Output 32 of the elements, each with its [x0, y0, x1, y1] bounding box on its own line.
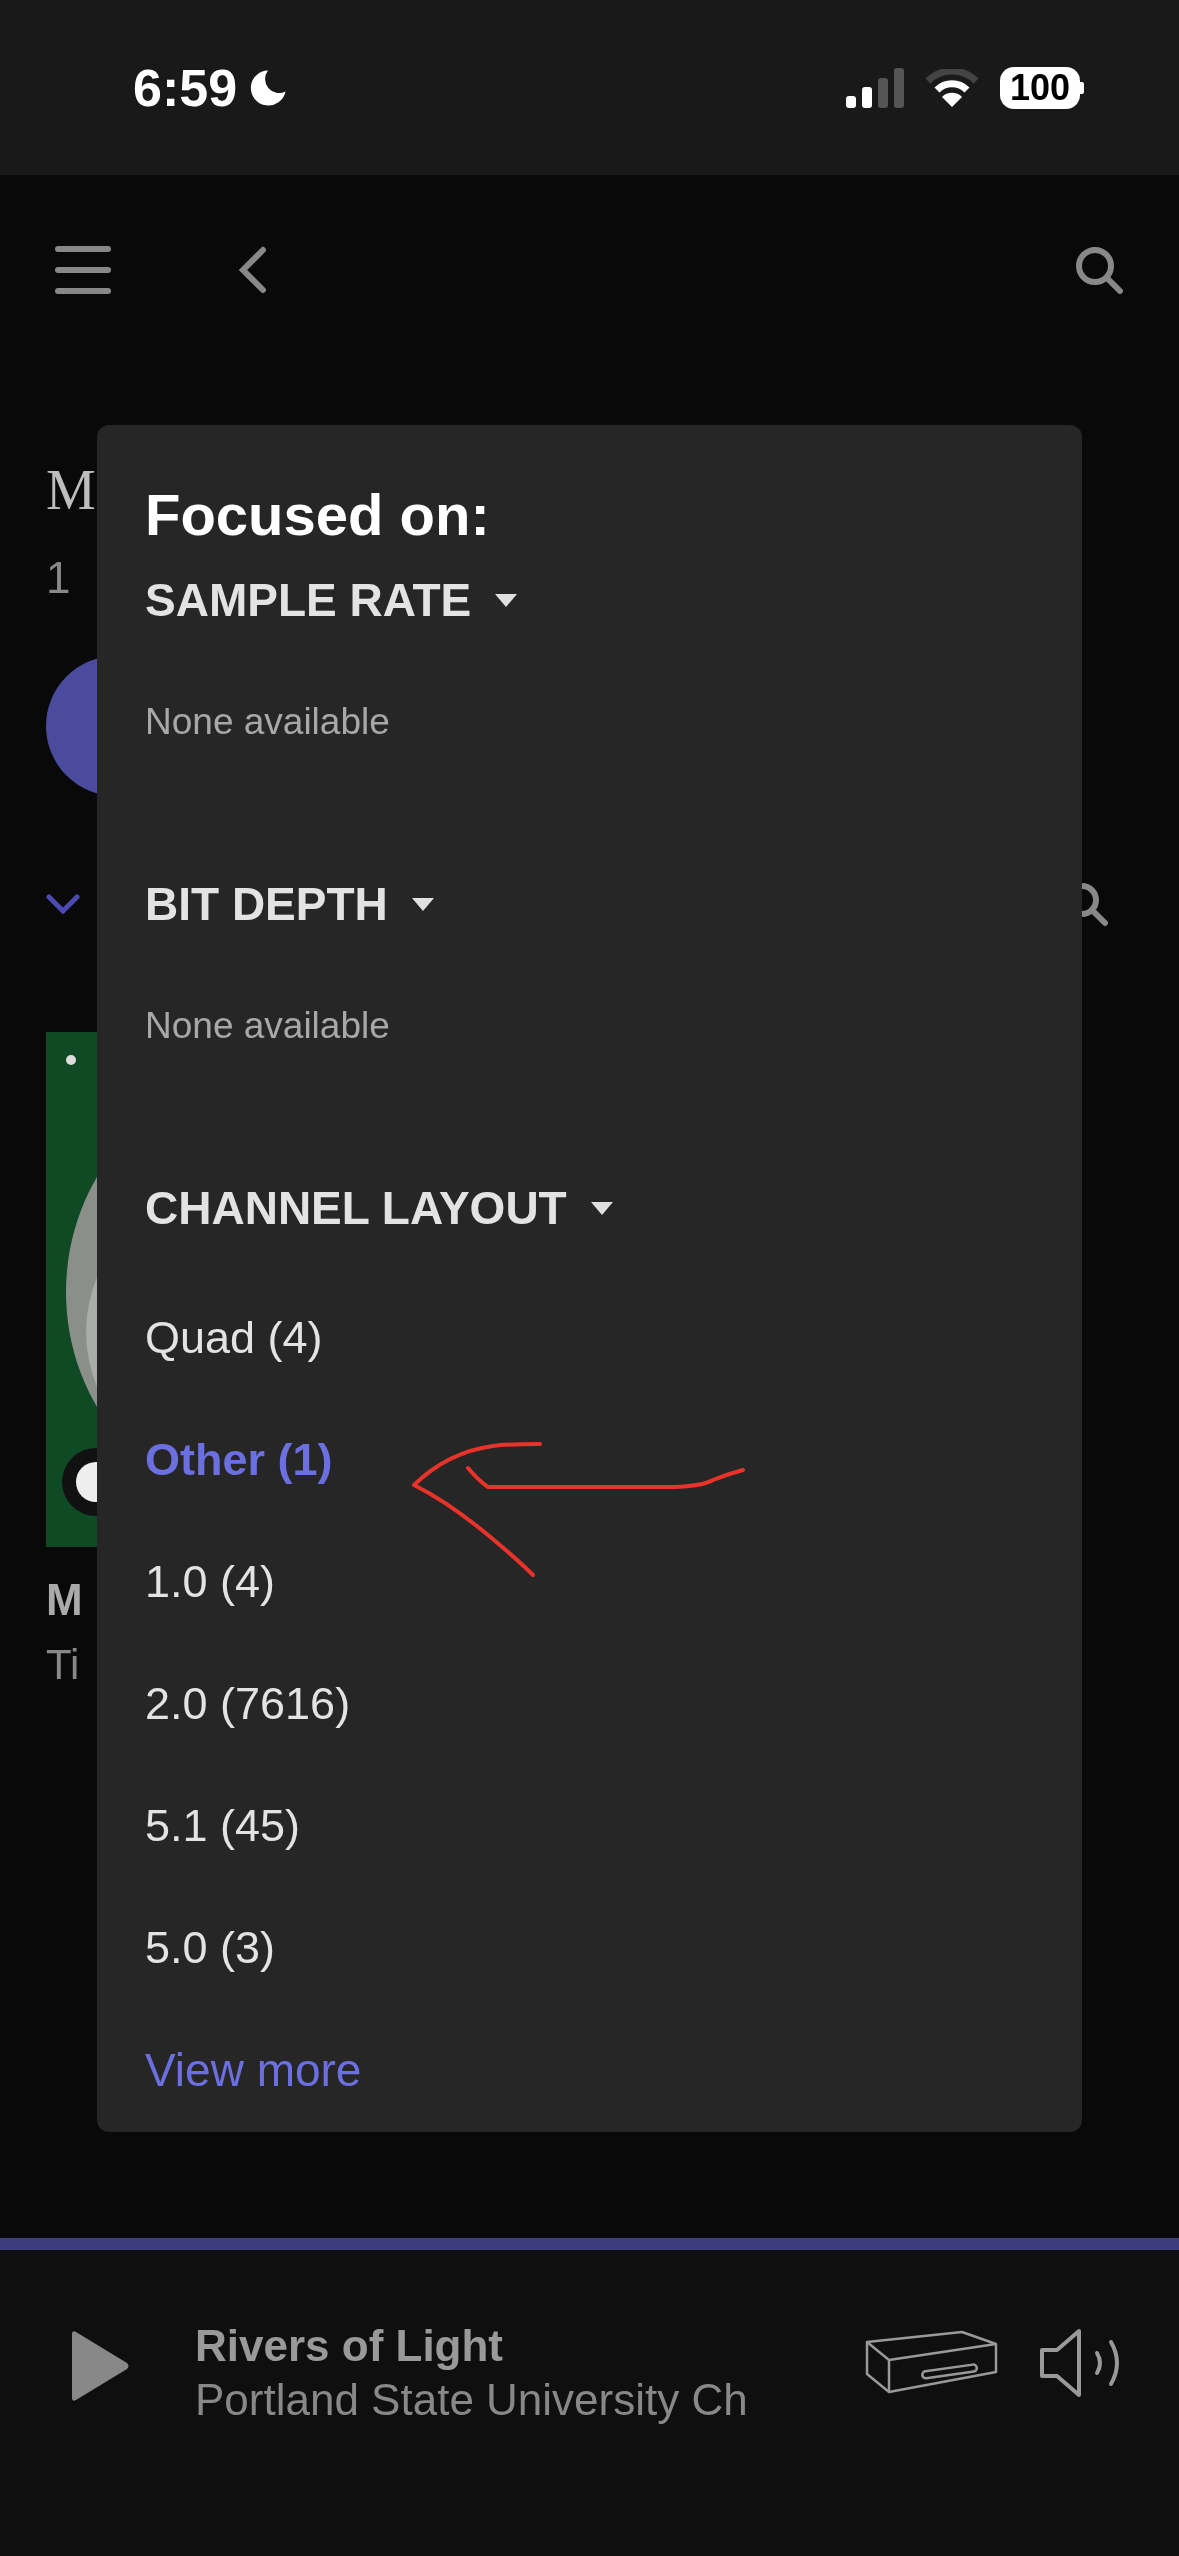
- filter-option[interactable]: 5.0 (3): [145, 1914, 276, 1982]
- section-heading[interactable]: SAMPLE RATE: [145, 565, 472, 635]
- status-time: 6:59: [133, 57, 238, 119]
- caret-down-icon: [590, 1201, 613, 1215]
- back-icon[interactable]: [237, 246, 267, 294]
- track-title: Rivers of Light: [195, 2320, 505, 2372]
- filter-option[interactable]: 1.0 (4): [145, 1548, 276, 1616]
- wifi-icon: [925, 68, 978, 107]
- menu-icon[interactable]: [55, 246, 111, 294]
- album-title: M: [46, 1574, 83, 1626]
- chevron-down-icon[interactable]: [46, 894, 80, 914]
- section-heading[interactable]: BIT DEPTH: [145, 869, 388, 939]
- section-heading[interactable]: CHANNEL LAYOUT: [145, 1173, 567, 1243]
- signal-icon: [845, 67, 904, 108]
- panel-title: Focused on:: [145, 481, 491, 549]
- search-icon[interactable]: [1074, 245, 1124, 295]
- battery-indicator: 100: [999, 66, 1084, 109]
- filter-option[interactable]: 5.1 (45): [145, 1792, 301, 1860]
- filter-option[interactable]: Quad (4): [145, 1304, 323, 1372]
- empty-message: None available: [145, 700, 390, 745]
- empty-message: None available: [145, 1004, 390, 1049]
- caret-down-icon: [411, 897, 434, 911]
- caret-down-icon: [495, 593, 518, 607]
- filter-option[interactable]: 2.0 (7616): [145, 1670, 351, 1738]
- play-icon[interactable]: [70, 2330, 130, 2402]
- track-artist: Portland State University Ch: [195, 2374, 749, 2426]
- filter-option[interactable]: Other (1): [145, 1426, 333, 1494]
- page-title: M: [46, 458, 96, 523]
- page-subtitle: 1: [46, 552, 71, 604]
- album-artist: Ti: [46, 1640, 80, 1690]
- device-icon[interactable]: [864, 2330, 999, 2395]
- view-more-link[interactable]: View more: [145, 2035, 362, 2105]
